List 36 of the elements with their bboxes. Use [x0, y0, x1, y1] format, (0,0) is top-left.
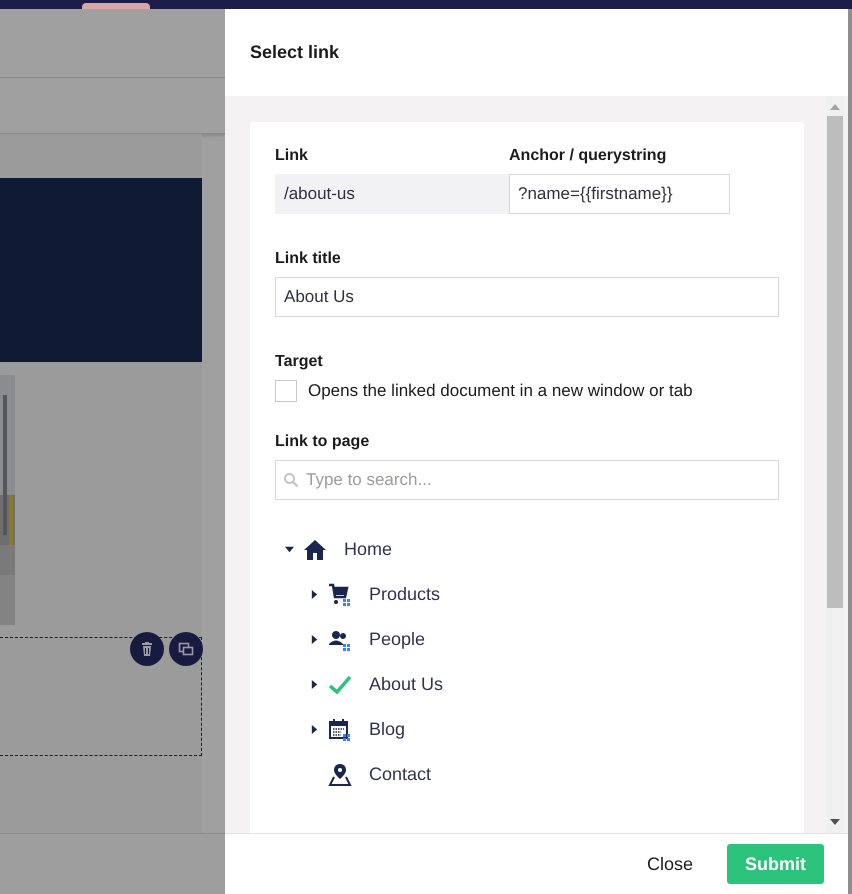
anchor-field[interactable]: ?name={{firstname}}: [509, 174, 730, 214]
search-field[interactable]: Type to search...: [275, 460, 779, 500]
cart-icon: [328, 582, 352, 606]
dialog-title: Select link: [250, 42, 340, 63]
tree-item[interactable]: About Us: [369, 674, 444, 695]
caret-icon[interactable]: [310, 680, 319, 689]
tree-item[interactable]: People: [369, 629, 426, 650]
scroll-down-icon[interactable]: [830, 819, 840, 825]
field-label: Target: [275, 353, 323, 371]
checkbox-label: Opens the linked document in a new window or tab: [308, 381, 693, 401]
trash-icon: [139, 641, 155, 657]
tree-item[interactable]: Home: [344, 539, 392, 560]
field-label: Anchor / querystring: [509, 147, 666, 165]
caret-icon[interactable]: [285, 545, 294, 554]
checkbox[interactable]: [275, 380, 297, 402]
caret-icon[interactable]: [310, 635, 319, 644]
tree-item[interactable]: Products: [369, 584, 440, 605]
caret-icon[interactable]: [310, 590, 319, 599]
tree-item[interactable]: Blog: [369, 719, 406, 740]
field-label: Link to page: [275, 433, 370, 451]
scrollbar[interactable]: [826, 96, 844, 833]
caret-icon[interactable]: [310, 725, 319, 734]
copy-button[interactable]: [169, 632, 203, 666]
tree-item[interactable]: Contact: [369, 764, 432, 785]
link-title-field[interactable]: About Us: [275, 277, 779, 317]
map-pin-icon: [328, 762, 352, 786]
tab-marker: [82, 3, 150, 9]
calendar-icon: [328, 718, 352, 742]
search-icon: [283, 472, 299, 488]
close-button[interactable]: Close: [642, 844, 697, 884]
delete-button[interactable]: [130, 632, 164, 666]
field-label: Link: [275, 147, 308, 165]
copy-icon: [178, 641, 194, 657]
field-label: Link title: [275, 250, 341, 268]
scrollbar-thumb[interactable]: [827, 116, 843, 608]
home-icon: [303, 538, 327, 562]
